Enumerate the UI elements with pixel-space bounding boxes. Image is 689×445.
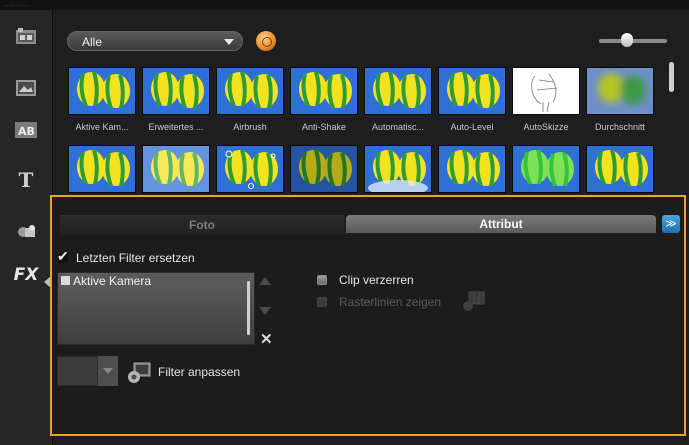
filter-thumbnail[interactable] — [68, 145, 136, 193]
filter-thumbnail[interactable] — [68, 67, 136, 115]
filter-thumbnail[interactable] — [364, 145, 432, 193]
move-up-icon[interactable] — [259, 277, 271, 285]
sidebar: AB T FX — [0, 10, 53, 445]
grid-options-icon[interactable] — [462, 291, 486, 313]
filter-thumbnail[interactable] — [142, 145, 210, 193]
library-manager-icon[interactable] — [256, 31, 276, 51]
collapse-panel-button[interactable]: ≫ — [662, 215, 680, 233]
filter-enabled-icon[interactable] — [61, 276, 70, 285]
graphic-icon[interactable] — [10, 220, 42, 244]
tab-foto[interactable]: Foto — [60, 215, 344, 234]
thumbnail-zoom-slider[interactable] — [599, 39, 667, 43]
show-grid-checkbox[interactable] — [317, 297, 327, 307]
filter-thumbnail[interactable] — [290, 67, 358, 115]
filter-thumbnail-label: Erweitertes ... — [148, 122, 204, 132]
tab-attribut[interactable]: Attribut — [346, 215, 656, 233]
title-icon-glyph: T — [18, 168, 34, 192]
filter-thumbnail[interactable] — [216, 145, 284, 193]
filter-thumbnail-label: Aktive Kam... — [75, 122, 129, 132]
svg-text:AB: AB — [18, 125, 35, 138]
replace-filter-label: Letzten Filter ersetzen — [76, 251, 195, 265]
filter-thumbnail[interactable] — [142, 67, 210, 115]
delete-filter-button[interactable]: ✕ — [260, 330, 273, 348]
customize-filter-icon[interactable] — [127, 362, 151, 384]
filter-thumbnail-label: AutoSkizze — [523, 122, 569, 132]
filter-icon[interactable]: FX — [10, 263, 42, 287]
library-scrollbar[interactable] — [669, 62, 674, 92]
filter-thumbnail[interactable] — [438, 67, 506, 115]
distort-clip-label: Clip verzerren — [339, 273, 414, 287]
drag-grip[interactable]: ········· — [4, 3, 30, 10]
distort-clip-checkbox[interactable] — [317, 275, 327, 285]
filter-thumbnail-label: Anti-Shake — [301, 122, 347, 132]
applied-filters-list[interactable]: Aktive Kamera — [57, 272, 255, 345]
category-dropdown-value: Alle — [82, 35, 103, 49]
filter-thumbnail-label: Durchschnitt — [594, 122, 646, 132]
filter-thumbnail-label: Auto-Level — [450, 122, 494, 132]
customize-filter-label[interactable]: Filter anpassen — [158, 365, 240, 379]
show-grid-label: Rasterlinien zeigen — [339, 295, 442, 309]
zoom-slider-handle[interactable] — [621, 33, 633, 47]
filter-thumbnail[interactable] — [216, 67, 284, 115]
category-dropdown[interactable]: Alle — [67, 31, 243, 51]
preset-dropdown-arrow[interactable] — [97, 356, 118, 386]
replace-filter-checkbox[interactable] — [57, 248, 69, 265]
list-item-label: Aktive Kamera — [73, 274, 152, 288]
filter-thumbnail-label: Airbrush — [233, 122, 267, 132]
filter-thumbnail[interactable] — [438, 145, 506, 193]
filter-thumbnail-label: Automatisc... — [371, 122, 425, 132]
filter-thumbnail[interactable] — [512, 145, 580, 193]
filter-thumbnail[interactable] — [290, 145, 358, 193]
media-icon[interactable] — [10, 24, 42, 48]
filter-thumbnail[interactable] — [586, 67, 654, 115]
list-item[interactable]: Aktive Kamera — [59, 274, 249, 288]
chevron-down-icon — [224, 39, 234, 45]
title-icon[interactable]: T — [10, 168, 42, 192]
filter-icon-label: FX — [13, 265, 39, 285]
transition-icon[interactable]: AB — [10, 118, 42, 142]
filter-list-scrollbar[interactable] — [247, 281, 250, 335]
filter-thumbnail[interactable] — [364, 67, 432, 115]
move-down-icon[interactable] — [259, 307, 271, 315]
instant-project-icon[interactable] — [10, 76, 42, 100]
title-strip: ········· — [0, 0, 689, 10]
filter-thumbnail[interactable] — [586, 145, 654, 193]
filter-thumbnail[interactable] — [512, 67, 580, 115]
